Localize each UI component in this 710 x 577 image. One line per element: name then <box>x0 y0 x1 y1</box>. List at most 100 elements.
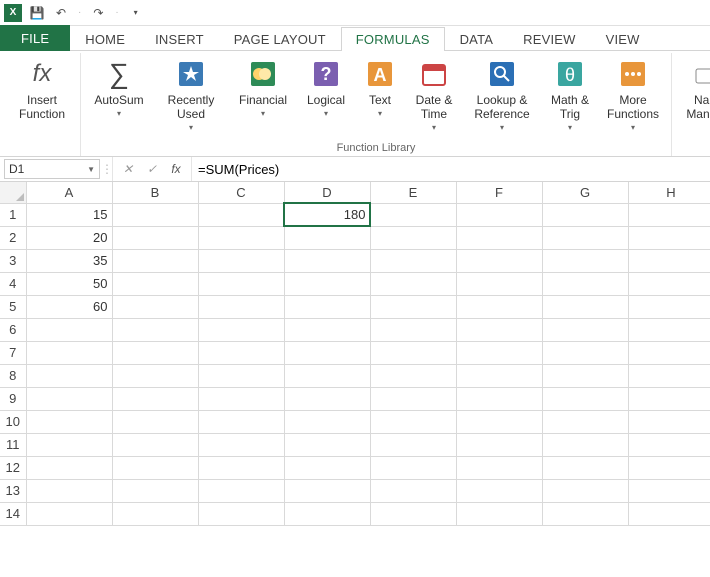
qat-customize-icon[interactable]: ▾ <box>127 4 145 22</box>
cell[interactable] <box>370 203 456 226</box>
cell[interactable] <box>542 249 628 272</box>
col-header[interactable]: F <box>456 182 542 203</box>
cell[interactable] <box>370 387 456 410</box>
cell[interactable] <box>628 203 710 226</box>
cell[interactable] <box>628 456 710 479</box>
tab-page-layout[interactable]: PAGE LAYOUT <box>219 27 341 51</box>
cell[interactable] <box>542 226 628 249</box>
cell[interactable] <box>26 456 112 479</box>
col-header[interactable]: A <box>26 182 112 203</box>
cell[interactable]: 35 <box>26 249 112 272</box>
cell[interactable] <box>370 318 456 341</box>
cell[interactable] <box>542 364 628 387</box>
cell[interactable] <box>370 410 456 433</box>
cell[interactable]: 60 <box>26 295 112 318</box>
cell[interactable] <box>542 456 628 479</box>
redo-icon[interactable]: ↷ <box>89 4 107 22</box>
cell[interactable] <box>198 249 284 272</box>
tab-data[interactable]: DATA <box>445 27 509 51</box>
cell[interactable] <box>370 341 456 364</box>
cell[interactable] <box>370 249 456 272</box>
cell[interactable] <box>26 364 112 387</box>
cell[interactable] <box>198 203 284 226</box>
cell[interactable] <box>284 456 370 479</box>
cell[interactable] <box>542 502 628 525</box>
cell[interactable] <box>628 364 710 387</box>
cell[interactable] <box>456 318 542 341</box>
cell[interactable] <box>456 295 542 318</box>
cell[interactable] <box>542 272 628 295</box>
cell[interactable] <box>26 502 112 525</box>
cell[interactable] <box>628 410 710 433</box>
cell[interactable] <box>456 249 542 272</box>
cell[interactable] <box>112 341 198 364</box>
cell[interactable] <box>628 226 710 249</box>
col-header[interactable]: H <box>628 182 710 203</box>
cell[interactable] <box>628 502 710 525</box>
undo-icon[interactable]: ↶ <box>52 4 70 22</box>
cell[interactable] <box>198 387 284 410</box>
cell[interactable] <box>284 295 370 318</box>
cell[interactable] <box>198 364 284 387</box>
cell[interactable] <box>112 226 198 249</box>
cell[interactable] <box>456 456 542 479</box>
cell[interactable] <box>284 341 370 364</box>
cell[interactable] <box>456 364 542 387</box>
cell[interactable] <box>370 479 456 502</box>
cell[interactable] <box>542 433 628 456</box>
cell[interactable] <box>542 203 628 226</box>
formula-input[interactable] <box>191 157 710 181</box>
tab-review[interactable]: REVIEW <box>508 27 590 51</box>
cell[interactable] <box>284 272 370 295</box>
cell[interactable]: 15 <box>26 203 112 226</box>
cell[interactable]: 20 <box>26 226 112 249</box>
cell[interactable]: 180 <box>284 203 370 226</box>
cell[interactable] <box>26 387 112 410</box>
cell[interactable] <box>112 502 198 525</box>
cell[interactable] <box>628 433 710 456</box>
autosum-button[interactable]: ∑ AutoSum ▾ <box>85 55 153 120</box>
row-header[interactable]: 10 <box>0 410 26 433</box>
cell[interactable] <box>456 341 542 364</box>
worksheet-grid[interactable]: A B C D E F G H 115180220335450560678910… <box>0 182 710 526</box>
cell[interactable] <box>542 341 628 364</box>
insert-function-button[interactable]: fx Insert Function <box>8 55 76 124</box>
cell[interactable] <box>198 479 284 502</box>
cell[interactable] <box>628 272 710 295</box>
cell[interactable] <box>542 318 628 341</box>
cell[interactable] <box>26 410 112 433</box>
cell[interactable] <box>628 341 710 364</box>
cell[interactable] <box>456 226 542 249</box>
row-header[interactable]: 9 <box>0 387 26 410</box>
row-header[interactable]: 7 <box>0 341 26 364</box>
select-all-corner[interactable] <box>0 182 26 203</box>
cell[interactable] <box>456 479 542 502</box>
cell[interactable] <box>198 341 284 364</box>
cell[interactable] <box>284 502 370 525</box>
cell[interactable] <box>542 295 628 318</box>
name-manager-button[interactable]: Name Manager <box>676 55 710 124</box>
name-box[interactable]: D1 ▼ <box>4 159 100 179</box>
cell[interactable] <box>112 433 198 456</box>
cell[interactable] <box>112 295 198 318</box>
cell[interactable]: 50 <box>26 272 112 295</box>
row-header[interactable]: 14 <box>0 502 26 525</box>
enter-icon[interactable]: ✓ <box>143 162 161 176</box>
cell[interactable] <box>370 295 456 318</box>
tab-insert[interactable]: INSERT <box>140 27 219 51</box>
cell[interactable] <box>370 226 456 249</box>
cell[interactable] <box>284 249 370 272</box>
more-functions-button[interactable]: More Functions ▾ <box>599 55 667 134</box>
cell[interactable] <box>198 410 284 433</box>
cell[interactable] <box>370 272 456 295</box>
row-header[interactable]: 5 <box>0 295 26 318</box>
cell[interactable] <box>112 318 198 341</box>
cell[interactable] <box>284 387 370 410</box>
col-header[interactable]: E <box>370 182 456 203</box>
cell[interactable] <box>628 479 710 502</box>
row-header[interactable]: 2 <box>0 226 26 249</box>
tab-file[interactable]: FILE <box>0 25 70 51</box>
cell[interactable] <box>628 249 710 272</box>
col-header[interactable]: B <box>112 182 198 203</box>
cell[interactable] <box>628 295 710 318</box>
